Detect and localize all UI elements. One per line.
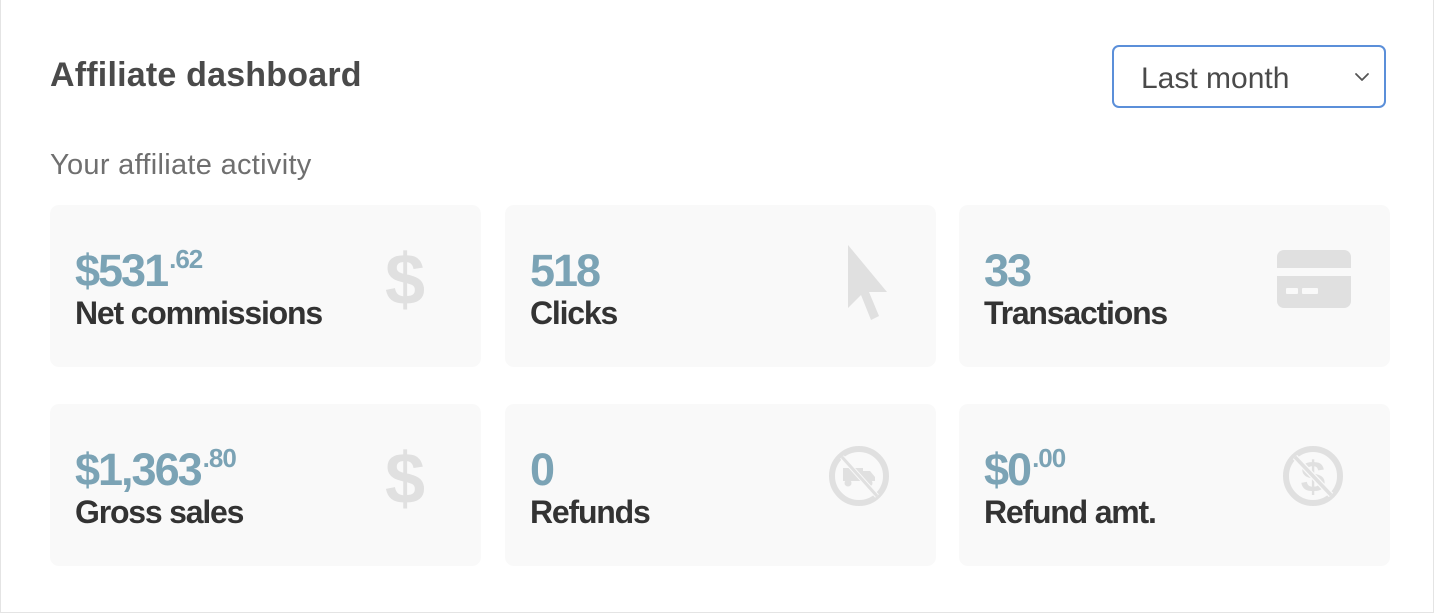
- stat-label: Refunds: [530, 494, 651, 530]
- stat-value: 33: [984, 245, 1032, 296]
- stat-card-clicks: 518 Clicks: [505, 205, 936, 367]
- dollar-icon: $: [360, 439, 450, 529]
- stat-value: 518: [530, 245, 601, 296]
- cursor-icon: [815, 240, 905, 330]
- stat-card-refund-amount: $0.00 Refund amt. $: [959, 404, 1390, 566]
- stat-label: Refund amt.: [984, 494, 1157, 530]
- stat-value: $531.62: [75, 244, 203, 296]
- section-subtitle: Your affiliate activity: [50, 149, 312, 181]
- stat-value: $1,363.80: [75, 443, 237, 495]
- stat-label: Clicks: [530, 295, 618, 331]
- stat-card-gross-sales: $1,363.80 Gross sales $: [50, 404, 481, 566]
- period-select-value: Last month: [1141, 62, 1290, 95]
- svg-text:$: $: [385, 240, 425, 320]
- stat-value: 0: [530, 444, 555, 495]
- stat-card-transactions: 33 Transactions: [959, 205, 1390, 367]
- stat-card-refunds: 0 Refunds: [505, 404, 936, 566]
- chevron-down-icon: [1355, 73, 1369, 81]
- stat-label: Net commissions: [75, 295, 323, 331]
- credit-card-icon: [1269, 240, 1359, 330]
- svg-text:$: $: [385, 439, 425, 519]
- stat-value: $0.00: [984, 443, 1066, 495]
- stat-label: Gross sales: [75, 494, 244, 530]
- period-select[interactable]: Last month: [1112, 45, 1386, 108]
- stat-card-net-commissions: $531.62 Net commissions $: [50, 205, 481, 367]
- stat-label: Transactions: [984, 295, 1168, 331]
- page-title: Affiliate dashboard: [50, 56, 362, 94]
- dollar-icon: $: [360, 240, 450, 330]
- no-shipping-icon: [814, 439, 904, 529]
- no-dollar-icon: $: [1268, 439, 1358, 529]
- affiliate-dashboard-panel: Affiliate dashboard Last month Your affi…: [0, 0, 1434, 613]
